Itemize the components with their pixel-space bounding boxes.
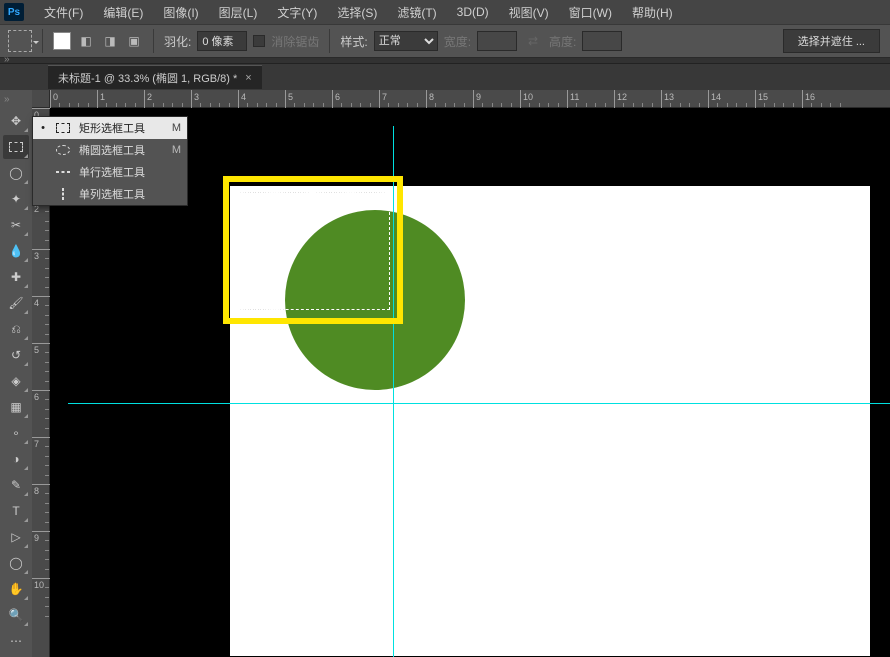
ruler-tick [97,90,105,108]
document-tab[interactable]: 未标题-1 @ 33.3% (椭圆 1, RGB/8) * × [48,65,262,89]
tool-hand[interactable]: ✋ [3,577,29,601]
tool-move[interactable]: ✥ [3,109,29,133]
menubar: Ps 文件(F) 编辑(E) 图像(I) 图层(L) 文字(Y) 选择(S) 滤… [0,0,890,24]
tool-history-brush[interactable]: ↺ [3,343,29,367]
menu-file[interactable]: 文件(F) [34,0,93,25]
menu-view[interactable]: 视图(V) [499,0,559,25]
menu-window[interactable]: 窗口(W) [559,0,622,25]
ruler-tick [238,90,246,108]
divider [42,29,43,53]
flyout-item-label: 矩形选框工具 [79,120,164,136]
row-marquee-icon [55,165,71,179]
tool-crop[interactable]: ✂ [3,213,29,237]
tool-pen[interactable]: ✎ [3,473,29,497]
menu-help[interactable]: 帮助(H) [622,0,683,25]
tool-blur[interactable]: ∘ [3,421,29,445]
marquee-selection[interactable] [235,192,390,310]
tool-dodge[interactable]: ◑ [3,447,29,471]
feather-label: 羽化: [164,33,191,50]
ruler-tick [614,90,627,108]
width-input [477,31,517,51]
flyout-item-ellipse[interactable]: 椭圆选框工具 M [33,139,187,161]
ruler-tick [755,90,768,108]
divider [153,29,154,53]
antialias-checkbox [253,35,265,47]
bullet-icon: • [39,122,47,134]
tool-quick-select[interactable]: ✦ [3,187,29,211]
flyout-item-label: 椭圆选框工具 [79,142,164,158]
shortcut-label: M [172,122,181,134]
tool-eraser[interactable]: ◈ [3,369,29,393]
tool-gradient[interactable]: ▦ [3,395,29,419]
guide-horizontal[interactable] [68,403,890,404]
panel-strip [0,58,890,64]
toolbox: ✥ ◯ ✦ ✂ 💧 ✚ 🖌 ⎌ ↺ ◈ ▦ ∘ ◑ ✎ T ▷ ◯ ✋ 🔍 ⋯ [0,90,32,657]
flyout-item-rect[interactable]: • 矩形选框工具 M [33,117,187,139]
menu-3d[interactable]: 3D(D) [447,1,499,23]
feather-input[interactable] [197,31,247,51]
flyout-item-row[interactable]: 单行选框工具 [33,161,187,183]
style-label: 样式: [340,33,367,50]
marquee-flyout: • 矩形选框工具 M 椭圆选框工具 M 单行选框工具单列选框工具 [32,116,188,206]
menu-select[interactable]: 选择(S) [327,0,387,25]
tool-brush[interactable]: 🖌 [3,291,29,315]
rect-marquee-icon [55,121,71,135]
tool-zoom[interactable]: 🔍 [3,603,29,627]
ruler-horizontal[interactable] [50,90,890,108]
style-select[interactable]: 正常 [374,31,438,51]
tool-eyedropper[interactable]: 💧 [3,239,29,263]
flyout-item-label: 单行选框工具 [79,164,173,180]
close-icon[interactable]: × [245,72,251,84]
ruler-tick [661,90,674,108]
menu-filter[interactable]: 滤镜(T) [387,0,446,25]
ellipse-marquee-icon [55,143,71,157]
ruler-tick [285,90,293,108]
options-bar: ◧ ◨ ▣ 羽化: 消除锯齿 样式: 正常 宽度: ⇄ 高度: 选择并遮住 ..… [0,24,890,58]
height-label: 高度: [549,33,576,50]
selection-mode-subtract-icon[interactable]: ◨ [101,32,119,50]
swap-icon: ⇄ [523,31,543,51]
tool-clone[interactable]: ⎌ [3,317,29,341]
selection-mode-new-icon[interactable] [53,32,71,50]
tool-marquee[interactable] [3,135,29,159]
tool-path-select[interactable]: ▷ [3,525,29,549]
shortcut-label: M [172,144,181,156]
ruler-tick [567,90,579,108]
menu-layer[interactable]: 图层(L) [209,0,268,25]
select-and-mask-button[interactable]: 选择并遮住 ... [783,29,880,53]
ruler-tick [50,90,58,108]
menu-image[interactable]: 图像(I) [153,0,208,25]
app-logo: Ps [4,3,24,21]
ruler-origin[interactable] [32,90,50,108]
tool-type[interactable]: T [3,499,29,523]
ruler-tick [520,90,533,108]
ruler-tick [379,90,387,108]
ruler-tick [144,90,152,108]
col-marquee-icon [55,187,71,201]
flyout-item-label: 单列选框工具 [79,186,173,202]
flyout-item-col[interactable]: 单列选框工具 [33,183,187,205]
ruler-tick [802,90,815,108]
menu-type[interactable]: 文字(Y) [267,0,327,25]
document-tab-title: 未标题-1 @ 33.3% (椭圆 1, RGB/8) * [58,70,237,86]
divider [329,29,330,53]
ruler-tick [191,90,199,108]
tab-bar: 未标题-1 @ 33.3% (椭圆 1, RGB/8) * × [0,64,890,90]
tool-edit-toolbar[interactable]: ⋯ [3,629,29,653]
tool-preset-picker[interactable] [8,30,32,52]
width-label: 宽度: [444,33,471,50]
height-input [582,31,622,51]
tool-lasso[interactable]: ◯ [3,161,29,185]
selection-mode-add-icon[interactable]: ◧ [77,32,95,50]
selection-mode-intersect-icon[interactable]: ▣ [125,32,143,50]
antialias-label: 消除锯齿 [271,33,319,50]
ruler-tick [708,90,721,108]
menu-edit[interactable]: 编辑(E) [93,0,153,25]
tool-healing[interactable]: ✚ [3,265,29,289]
tool-shape[interactable]: ◯ [3,551,29,575]
ruler-tick [473,90,481,108]
guide-vertical[interactable] [393,126,394,657]
ruler-tick [332,90,340,108]
ruler-tick [426,90,434,108]
